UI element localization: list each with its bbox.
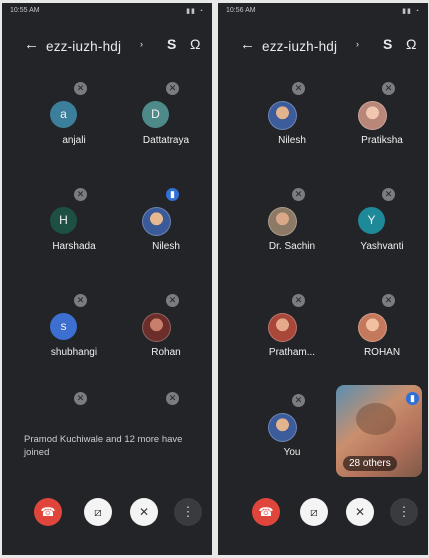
meeting-code[interactable]: ezz-iuzh-hdj: [46, 39, 121, 54]
mic-off-icon: ✕: [166, 392, 179, 405]
call-controls: ☎ ⧄ ✕ ⋮: [218, 498, 428, 538]
participant-tile[interactable]: ✕ Pratiksha: [340, 73, 420, 173]
mic-off-icon: ✕: [166, 294, 179, 307]
participant-tile[interactable]: ✕ Y Yashvanti: [340, 179, 420, 279]
end-call-button[interactable]: ☎: [252, 498, 280, 526]
top-bar: ← ezz-iuzh-hdj › S Ω: [2, 33, 212, 59]
participant-name: You: [283, 447, 301, 458]
others-count-label: 28 others: [343, 456, 397, 471]
audio-output-icon[interactable]: Ω: [190, 36, 200, 52]
participant-tile[interactable]: ✕ Dr. Sachin: [250, 179, 330, 279]
more-options-button[interactable]: ⋮: [174, 498, 202, 526]
avatar: [358, 101, 387, 130]
participant-tile[interactable]: ✕: [32, 383, 112, 413]
self-tile[interactable]: ✕ You: [250, 385, 330, 485]
participant-name: Pratiksha: [361, 135, 403, 146]
participant-tile[interactable]: ✕ D Dattatraya: [124, 73, 204, 173]
video-feed: [356, 403, 396, 435]
mic-toggle-button[interactable]: ✕: [346, 498, 374, 526]
avatar: [268, 413, 297, 442]
status-icons: ▮▮ ◔: [402, 8, 420, 15]
avatar: [268, 207, 297, 236]
call-controls: ☎ ⧄ ✕ ⋮: [2, 498, 212, 538]
participant-tile[interactable]: ✕ Rohan: [124, 285, 204, 385]
participant-tile[interactable]: ▮ Nilesh: [124, 179, 204, 279]
avatar: D: [142, 101, 169, 128]
end-call-button[interactable]: ☎: [34, 498, 62, 526]
speaking-icon: ▮: [406, 392, 419, 405]
back-icon[interactable]: ←: [240, 36, 255, 53]
mic-off-icon: ✕: [382, 294, 395, 307]
status-bar: 10:55 AM ▮▮ ◔: [2, 3, 212, 19]
status-icons: ▮▮ ◔: [186, 8, 204, 15]
participant-name: Nilesh: [152, 241, 180, 252]
avatar: [268, 101, 297, 130]
switch-camera-icon[interactable]: S: [167, 36, 176, 52]
meeting-code[interactable]: ezz-iuzh-hdj: [262, 39, 337, 54]
participant-name: Pratham...: [268, 347, 316, 358]
participant-name: Harshada: [52, 241, 96, 252]
mic-off-icon: ✕: [292, 82, 305, 95]
chevron-right-icon[interactable]: ›: [140, 39, 143, 49]
others-video-tile[interactable]: ▮ 28 others: [336, 385, 422, 477]
avatar: [268, 313, 297, 342]
avatar: s: [50, 313, 77, 340]
status-time: 10:56 AM: [226, 7, 256, 14]
meet-screen-left: 10:55 AM ▮▮ ◔ ← ezz-iuzh-hdj › S Ω ✕ a a…: [2, 3, 212, 555]
participant-tile[interactable]: ✕ a anjali: [32, 73, 112, 173]
participant-name: Dr. Sachin: [268, 241, 316, 252]
participant-name: Rohan: [151, 347, 181, 358]
mic-off-icon: ✕: [292, 394, 305, 407]
switch-camera-icon[interactable]: S: [383, 36, 392, 52]
participant-name: Yashvanti: [360, 241, 404, 252]
avatar: [142, 207, 171, 236]
mic-off-icon: ✕: [74, 294, 87, 307]
status-bar: 10:56 AM ▮▮ ◔: [218, 3, 428, 19]
top-bar: ← ezz-iuzh-hdj › S Ω: [218, 33, 428, 59]
avatar: H: [50, 207, 77, 234]
mic-off-icon: ✕: [292, 294, 305, 307]
mic-off-icon: ✕: [382, 188, 395, 201]
participant-name: Nilesh: [278, 135, 306, 146]
participant-tile[interactable]: ✕: [124, 383, 204, 413]
avatar: a: [50, 101, 77, 128]
avatar: [142, 313, 171, 342]
mic-off-icon: ✕: [74, 82, 87, 95]
participant-tile[interactable]: ✕ H Harshada: [32, 179, 112, 279]
participant-name: anjali: [62, 135, 86, 146]
mic-off-icon: ✕: [166, 82, 179, 95]
meet-screen-right: 10:56 AM ▮▮ ◔ ← ezz-iuzh-hdj › S Ω ✕ Nil…: [218, 3, 428, 555]
speaking-icon: ▮: [166, 188, 179, 201]
camera-toggle-button[interactable]: ⧄: [84, 498, 112, 526]
participant-tile[interactable]: ✕ s shubhangi: [32, 285, 112, 385]
more-options-button[interactable]: ⋮: [390, 498, 418, 526]
mic-off-icon: ✕: [382, 82, 395, 95]
participant-tile[interactable]: ✕ ROHAN: [340, 285, 420, 385]
mic-toggle-button[interactable]: ✕: [130, 498, 158, 526]
mic-off-icon: ✕: [74, 392, 87, 405]
participant-name: shubhangi: [50, 347, 98, 358]
avatar: Y: [358, 207, 385, 234]
participant-name: Dattatraya: [142, 135, 190, 146]
back-icon[interactable]: ←: [24, 36, 39, 53]
audio-output-icon[interactable]: Ω: [406, 36, 416, 52]
participant-tile[interactable]: ✕ Nilesh: [250, 73, 330, 173]
camera-toggle-button[interactable]: ⧄: [300, 498, 328, 526]
status-time: 10:55 AM: [10, 7, 40, 14]
joined-notification: Pramod Kuchiwale and 12 more have joined: [24, 434, 183, 458]
participant-name: ROHAN: [363, 347, 401, 358]
mic-off-icon: ✕: [74, 188, 87, 201]
mic-off-icon: ✕: [292, 188, 305, 201]
chevron-right-icon[interactable]: ›: [356, 39, 359, 49]
participant-tile[interactable]: ✕ Pratham...: [250, 285, 330, 385]
avatar: [358, 313, 387, 342]
